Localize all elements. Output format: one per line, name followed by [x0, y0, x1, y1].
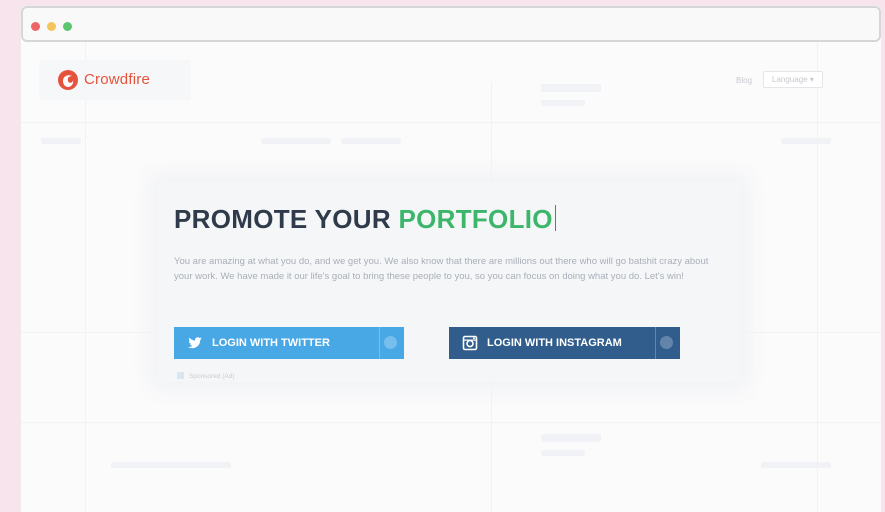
nav-blog-link[interactable]: Blog — [736, 76, 752, 85]
background-grid-line — [21, 422, 881, 423]
headline-main: PROMOTE YOUR — [174, 204, 391, 234]
minimize-window-button[interactable] — [47, 22, 56, 31]
background-blurred-text — [541, 450, 585, 456]
headline-accent: PORTFOLIO — [398, 204, 553, 234]
brand-logo[interactable]: Crowdfire — [39, 60, 191, 100]
close-window-button[interactable] — [31, 22, 40, 31]
background-blurred-text — [41, 138, 81, 144]
background-blurred-text — [781, 138, 831, 144]
background-blurred-text — [261, 138, 331, 144]
background-blurred-text — [541, 100, 585, 106]
browser-window: Crowdfire Blog Language ▾ PROMOTE YOUR P… — [21, 6, 881, 512]
login-with-instagram-button[interactable]: LOGIN WITH INSTAGRAM — [449, 327, 680, 359]
button-divider — [379, 327, 380, 359]
brand-name: Crowdfire — [84, 71, 150, 88]
crowdfire-logo-icon — [58, 70, 78, 90]
background-grid-line — [817, 42, 818, 512]
chevron-down-icon: ▾ — [809, 75, 814, 84]
page-title: PROMOTE YOUR PORTFOLIO — [174, 204, 556, 235]
promo-modal: PROMOTE YOUR PORTFOLIO You are amazing a… — [158, 182, 741, 382]
page-content: Crowdfire Blog Language ▾ PROMOTE YOUR P… — [21, 42, 881, 512]
background-blurred-text — [341, 138, 401, 144]
background-grid-line — [85, 42, 86, 512]
login-with-twitter-button[interactable]: LOGIN WITH TWITTER — [174, 327, 404, 359]
text-cursor — [554, 205, 556, 231]
promo-description: You are amazing at what you do, and we g… — [174, 256, 709, 282]
sponsored-icon — [177, 372, 184, 379]
instagram-camera-icon — [462, 335, 478, 351]
language-select[interactable]: Language ▾ — [763, 71, 823, 88]
background-blurred-text — [111, 462, 231, 468]
twitter-bird-icon — [188, 337, 202, 349]
button-divider — [655, 327, 656, 359]
background-grid-line — [21, 122, 881, 123]
twitter-button-label: LOGIN WITH TWITTER — [212, 337, 330, 349]
browser-title-bar — [21, 6, 881, 42]
background-blurred-text — [541, 434, 601, 442]
sponsored-note: Sponsored (Ad) — [177, 372, 235, 380]
background-blurred-text — [761, 462, 831, 468]
language-label: Language — [772, 75, 808, 84]
info-icon[interactable] — [660, 336, 673, 349]
site-header: Crowdfire Blog Language ▾ — [21, 54, 881, 100]
instagram-button-label: LOGIN WITH INSTAGRAM — [487, 337, 622, 349]
sponsored-label: Sponsored (Ad) — [189, 373, 235, 380]
info-icon[interactable] — [384, 336, 397, 349]
maximize-window-button[interactable] — [63, 22, 72, 31]
